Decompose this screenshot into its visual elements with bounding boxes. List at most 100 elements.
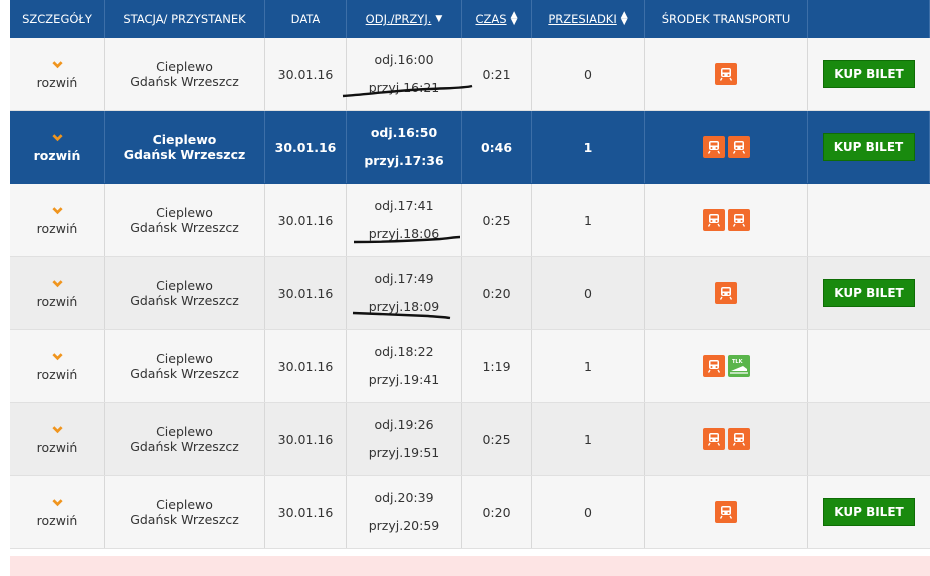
expand-toggle[interactable]: rozwiń	[10, 330, 105, 402]
transport-cell	[645, 403, 808, 475]
departure-time: odj.16:50	[370, 125, 438, 140]
station-cell: Cieplewo Gdańsk Wrzeszcz	[105, 476, 265, 548]
times-cell: odj.17:49 przyj.18:09	[347, 257, 462, 329]
expand-label: rozwiń	[36, 74, 78, 90]
station-to: Gdańsk Wrzeszcz	[130, 512, 239, 527]
header-details: SZCZEGÓŁY	[10, 0, 105, 38]
times-cell: odj.16:50 przyj.17:36	[347, 111, 462, 183]
departure-time: odj.17:49	[374, 271, 434, 286]
duration-cell: 0:25	[462, 403, 532, 475]
duration-cell: 0:20	[462, 257, 532, 329]
connections-table: SZCZEGÓŁY STACJA/ PRZYSTANEK DATA ODJ./P…	[10, 0, 930, 549]
transfers-cell: 1	[532, 184, 645, 256]
buy-ticket-button[interactable]: KUP BILET	[822, 133, 915, 161]
buy-cell: KUP BILET	[808, 111, 930, 183]
reg-icon	[715, 282, 737, 304]
reg-icon	[727, 428, 750, 450]
buy-ticket-button[interactable]: KUP BILET	[823, 60, 915, 88]
transport-cell	[645, 111, 808, 183]
expand-label: rozwiń	[36, 293, 78, 309]
skm-icon	[702, 209, 725, 231]
table-row[interactable]: rozwiń Cieplewo Gdańsk Wrzeszcz 30.01.16 odj…	[10, 330, 930, 403]
expand-toggle[interactable]: rozwiń	[10, 403, 105, 475]
chevron-down-icon	[51, 206, 63, 214]
transfers-cell: 1	[532, 111, 645, 183]
expand-label: rozwiń	[36, 439, 78, 455]
reg-icon	[715, 501, 737, 523]
transfers-cell: 0	[532, 257, 645, 329]
station-from: Cieplewo	[156, 59, 213, 74]
sort-times-link[interactable]: ODJ./PRZYJ.	[366, 12, 432, 26]
station-cell: Cieplewo Gdańsk Wrzeszcz	[105, 184, 265, 256]
header-buy	[808, 0, 930, 38]
buy-cell	[808, 184, 930, 256]
date-cell: 30.01.16	[265, 330, 347, 402]
arrival-time: przyj.20:59	[368, 518, 440, 533]
reg-icon	[715, 63, 737, 85]
station-from: Cieplewo	[156, 351, 213, 366]
reg-icon	[727, 136, 750, 158]
transfers-cell: 0	[532, 476, 645, 548]
station-from: Cieplewo	[152, 132, 217, 147]
station-to: Gdańsk Wrzeszcz	[130, 220, 239, 235]
buy-cell: KUP BILET	[808, 476, 930, 548]
duration-cell: 0:25	[462, 184, 532, 256]
expand-label: rozwiń	[33, 147, 81, 163]
sort-icon: ▲ ▼	[620, 10, 628, 27]
transport-cell: TLK	[645, 330, 808, 402]
table-row[interactable]: rozwiń Cieplewo Gdańsk Wrzeszcz 30.01.16 odj…	[10, 403, 930, 476]
transport-cell	[645, 184, 808, 256]
expand-toggle[interactable]: rozwiń	[10, 476, 105, 548]
station-from: Cieplewo	[156, 424, 213, 439]
station-to: Gdańsk Wrzeszcz	[130, 74, 239, 89]
table-row[interactable]: rozwiń Cieplewo Gdańsk Wrzeszcz 30.01.16 odj…	[10, 38, 930, 111]
buy-cell: KUP BILET	[808, 257, 930, 329]
chevron-down-icon	[51, 279, 63, 287]
date-cell: 30.01.16	[265, 403, 347, 475]
buy-ticket-button[interactable]: KUP BILET	[823, 279, 915, 307]
header-transport: ŚRODEK TRANSPORTU	[645, 0, 808, 38]
header-transfers[interactable]: PRZESIADKI ▲ ▼	[532, 0, 645, 38]
sort-duration-link[interactable]: CZAS	[476, 12, 507, 26]
transport-cell	[645, 38, 808, 110]
table-row[interactable]: rozwiń Cieplewo Gdańsk Wrzeszcz 30.01.16 odj…	[10, 184, 930, 257]
expand-toggle[interactable]: rozwiń	[10, 257, 105, 329]
arrival-time: przyj.17:36	[364, 153, 444, 168]
table-row[interactable]: rozwiń Cieplewo Gdańsk Wrzeszcz 30.01.16 odj…	[10, 476, 930, 549]
transfers-cell: 0	[532, 38, 645, 110]
station-cell: Cieplewo Gdańsk Wrzeszcz	[105, 38, 265, 110]
table-row[interactable]: rozwiń Cieplewo Gdańsk Wrzeszcz 30.01.16 odj…	[10, 257, 930, 330]
skm-icon	[727, 209, 750, 231]
expand-label: rozwiń	[36, 512, 78, 528]
header-duration[interactable]: CZAS ▲ ▼	[462, 0, 532, 38]
times-cell: odj.19:26 przyj.19:51	[347, 403, 462, 475]
header-times[interactable]: ODJ./PRZYJ. ▼	[347, 0, 462, 38]
sort-desc-icon: ▼	[435, 14, 443, 24]
buy-ticket-button[interactable]: KUP BILET	[823, 498, 915, 526]
duration-cell: 0:46	[462, 111, 532, 183]
chevron-down-icon	[51, 133, 63, 141]
arrival-time: przyj.18:06	[368, 226, 440, 241]
departure-time: odj.16:00	[374, 52, 434, 67]
reg-icon	[702, 136, 725, 158]
date-cell: 30.01.16	[265, 111, 347, 183]
expand-toggle[interactable]: rozwiń	[10, 111, 105, 183]
sort-transfers-link[interactable]: PRZESIADKI	[548, 12, 616, 26]
times-cell: odj.20:39 przyj.20:59	[347, 476, 462, 548]
expand-toggle[interactable]: rozwiń	[10, 184, 105, 256]
duration-cell: 0:21	[462, 38, 532, 110]
table-header: SZCZEGÓŁY STACJA/ PRZYSTANEK DATA ODJ./P…	[10, 0, 930, 38]
arrival-time: przyj.19:41	[368, 372, 440, 387]
buy-cell: KUP BILET	[808, 38, 930, 110]
times-cell: odj.18:22 przyj.19:41	[347, 330, 462, 402]
header-station: STACJA/ PRZYSTANEK	[105, 0, 265, 38]
chevron-down-icon	[51, 425, 63, 433]
chevron-down-icon	[51, 498, 63, 506]
expand-toggle[interactable]: rozwiń	[10, 38, 105, 110]
transfers-cell: 1	[532, 330, 645, 402]
chevron-down-icon	[51, 352, 63, 360]
date-cell: 30.01.16	[265, 38, 347, 110]
header-date: DATA	[265, 0, 347, 38]
table-row[interactable]: rozwiń Cieplewo Gdańsk Wrzeszcz 30.01.16 odj…	[10, 111, 930, 184]
expand-label: rozwiń	[36, 220, 78, 236]
